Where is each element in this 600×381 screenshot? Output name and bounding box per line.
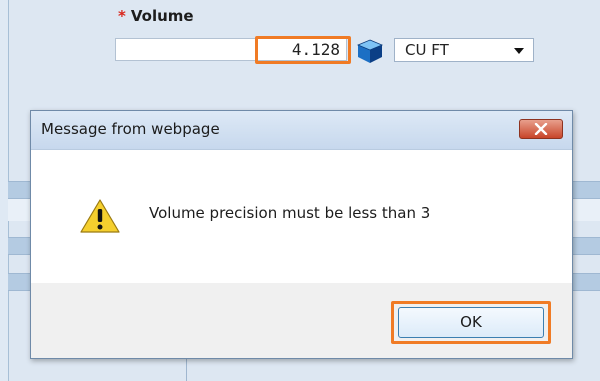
dialog-body: Volume precision must be less than 3 xyxy=(31,150,572,283)
close-icon xyxy=(534,123,548,135)
message-dialog: Message from webpage Volume precision mu… xyxy=(30,110,573,359)
unit-select[interactable]: CU FT xyxy=(394,38,534,62)
volume-label-text: Volume xyxy=(130,7,194,25)
dialog-close-button[interactable] xyxy=(519,119,563,139)
dialog-message: Volume precision must be less than 3 xyxy=(149,204,431,222)
chevron-down-icon xyxy=(514,48,524,54)
warning-icon xyxy=(80,199,120,233)
ok-highlight-box xyxy=(391,301,551,344)
volume-highlight-box xyxy=(255,36,351,64)
required-marker: * xyxy=(118,7,126,25)
dialog-title: Message from webpage xyxy=(41,120,220,138)
volume-label: * Volume xyxy=(118,7,194,25)
dialog-title-bar: Message from webpage xyxy=(31,111,572,150)
cube-icon xyxy=(356,39,384,63)
unit-select-value: CU FT xyxy=(405,41,449,59)
